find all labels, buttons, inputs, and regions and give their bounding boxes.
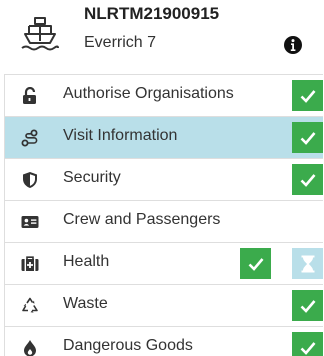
visit-menu: Authorise Organisations Visit Informatio… (4, 74, 323, 356)
menu-item-visit-information[interactable]: Visit Information (5, 116, 323, 158)
status-done-badge (292, 164, 323, 195)
shield-icon (23, 172, 37, 188)
status-done-badge (292, 122, 323, 153)
menu-item-crew-and-passengers[interactable]: Crew and Passengers (5, 200, 323, 242)
port-visit-panel: NLRTM21900915 Everrich 7 Authorise Organ… (0, 0, 324, 356)
menu-item-waste[interactable]: Waste (5, 284, 323, 326)
menu-item-label: Crew and Passengers (63, 211, 221, 228)
status-done-badge (292, 332, 323, 356)
checkmark-icon (300, 131, 315, 145)
checkmark-icon (300, 299, 315, 313)
checkmark-icon (300, 341, 315, 355)
menu-item-label: Dangerous Goods (63, 337, 193, 354)
status-done-badge (240, 248, 271, 279)
hourglass-icon (301, 255, 314, 272)
visit-header: NLRTM21900915 Everrich 7 (0, 0, 324, 68)
menu-item-dangerous-goods[interactable]: Dangerous Goods (5, 326, 323, 356)
unlock-icon (23, 87, 36, 104)
checkmark-icon (248, 257, 263, 271)
voyage-id: NLRTM21900915 (84, 4, 220, 23)
status-pending-badge (292, 248, 323, 279)
recycle-icon (22, 297, 38, 313)
menu-item-label: Visit Information (63, 127, 178, 144)
route-icon (21, 129, 38, 147)
vessel-name: Everrich 7 (84, 34, 157, 51)
fire-icon (24, 340, 36, 356)
id-card-icon (21, 216, 39, 228)
status-done-badge (292, 290, 323, 321)
medical-kit-icon (21, 256, 39, 271)
checkmark-icon (300, 89, 315, 103)
ship-icon (21, 17, 59, 51)
menu-item-label: Health (63, 253, 110, 270)
menu-item-security[interactable]: Security (5, 158, 323, 200)
checkmark-icon (300, 173, 315, 187)
menu-item-label: Waste (63, 295, 108, 312)
menu-item-authorise-organisations[interactable]: Authorise Organisations (5, 74, 323, 116)
menu-item-label: Security (63, 169, 121, 186)
status-done-badge (292, 80, 323, 111)
menu-item-health[interactable]: Health (5, 242, 323, 284)
menu-item-label: Authorise Organisations (63, 85, 234, 102)
info-icon[interactable] (283, 35, 303, 55)
